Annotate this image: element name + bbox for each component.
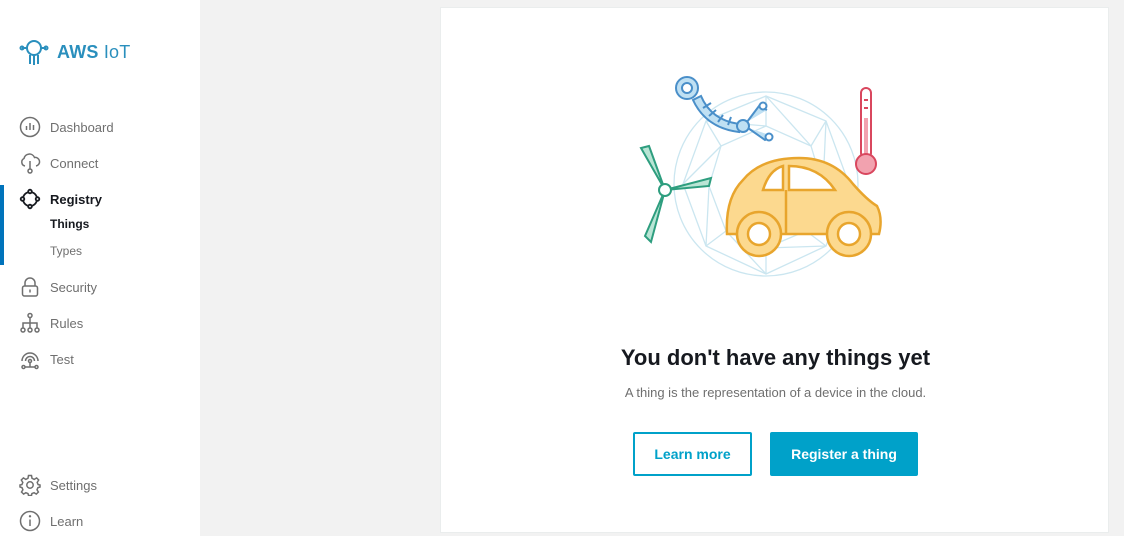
gear-icon bbox=[19, 474, 41, 496]
dashboard-icon bbox=[19, 116, 41, 138]
sidebar-item-connect[interactable]: Connect bbox=[0, 151, 200, 175]
aws-iot-logo-icon bbox=[19, 40, 49, 65]
register-thing-button[interactable]: Register a thing bbox=[770, 432, 918, 476]
sidebar-item-label: Dashboard bbox=[50, 119, 114, 135]
rules-icon bbox=[19, 312, 41, 334]
sidebar-item-learn[interactable]: Learn bbox=[0, 509, 200, 533]
sidebar-item-label: Test bbox=[50, 351, 74, 367]
aws-iot-logo[interactable]: AWS IoT bbox=[19, 37, 130, 67]
cloud-connect-icon bbox=[19, 152, 41, 174]
sidebar-subitem-things[interactable]: Things bbox=[50, 217, 89, 231]
iot-devices-illustration bbox=[639, 76, 882, 277]
sidebar-item-settings[interactable]: Settings bbox=[0, 473, 200, 497]
logo-text: AWS IoT bbox=[57, 41, 131, 62]
sidebar-item-label: Settings bbox=[50, 477, 97, 493]
empty-state-title: You don't have any things yet bbox=[620, 345, 931, 370]
sidebar-item-security[interactable]: Security bbox=[0, 275, 200, 299]
sidebar-item-label: Rules bbox=[50, 315, 84, 331]
registry-icon bbox=[19, 188, 41, 210]
sidebar-subitem-types[interactable]: Types bbox=[50, 244, 82, 258]
sidebar: AWS IoT Dashboard Connect Registry Thing… bbox=[0, 0, 200, 536]
sidebar-item-label: Registry bbox=[50, 191, 103, 207]
learn-more-button[interactable]: Learn more bbox=[633, 432, 752, 476]
lock-icon bbox=[19, 276, 41, 298]
sidebar-item-label: Security bbox=[50, 279, 97, 295]
sidebar-item-dashboard[interactable]: Dashboard bbox=[0, 115, 200, 139]
sidebar-item-label: Learn bbox=[50, 513, 84, 529]
sidebar-item-test[interactable]: Test bbox=[0, 347, 200, 371]
sidebar-item-rules[interactable]: Rules bbox=[0, 311, 200, 335]
info-icon bbox=[19, 510, 41, 532]
empty-state-subtitle: A thing is the representation of a devic… bbox=[624, 385, 927, 400]
empty-state-card: You don't have any things yet A thing is… bbox=[440, 7, 1109, 533]
test-icon bbox=[19, 348, 41, 370]
sidebar-item-registry[interactable]: Registry bbox=[0, 187, 200, 211]
sidebar-item-label: Connect bbox=[50, 155, 99, 171]
